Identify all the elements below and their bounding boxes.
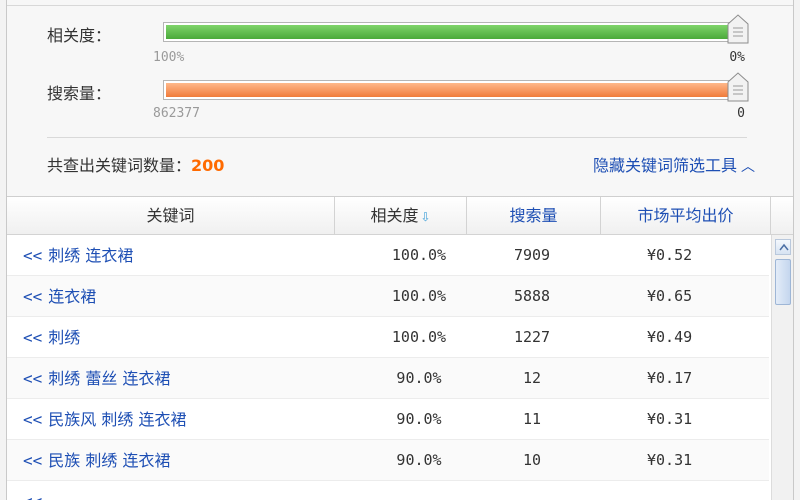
keyword-cell[interactable]: << 连衣裙 xyxy=(23,276,96,317)
volume-cell xyxy=(497,481,567,500)
table-row: << 连衣裙 100.0% 5888 ¥0.65 xyxy=(7,276,769,317)
keyword-text[interactable]: 刺绣 连衣裙 xyxy=(48,246,133,265)
relevance-cell xyxy=(383,481,455,500)
header-keyword: 关键词 xyxy=(7,197,335,235)
hide-filter-tools-label: 隐藏关键词筛选工具 xyxy=(592,156,737,175)
price-cell: ¥0.52 xyxy=(647,246,693,264)
keyword-text[interactable]: 民族风 刺绣 连衣裙 xyxy=(48,410,186,429)
header-keyword-label: 关键词 xyxy=(146,206,195,225)
table-row: << 刺绣 蕾丝 连衣裙 90.0% 12 ¥0.17 xyxy=(7,358,769,399)
keyword-cell[interactable]: << 刺绣 连衣裙 xyxy=(23,235,133,276)
table-row: << xyxy=(7,481,769,500)
relevance-cell: 100.0% xyxy=(391,246,447,264)
header-relevance-label: 相关度 xyxy=(370,206,419,225)
relevance-cell: 90.0% xyxy=(396,451,442,469)
keyword-text[interactable]: 连衣裙 xyxy=(48,287,96,306)
table-row: << 刺绣 连衣裙 100.0% 7909 ¥0.52 xyxy=(7,235,769,276)
add-keyword-icon[interactable]: << xyxy=(23,287,42,306)
price-cell: ¥0.17 xyxy=(647,369,693,387)
add-keyword-icon[interactable]: << xyxy=(23,410,42,429)
relevance-slider[interactable] xyxy=(163,22,741,42)
relevance-slider-handle[interactable] xyxy=(727,14,749,44)
keyword-text[interactable]: 刺绣 蕾丝 连衣裙 xyxy=(48,369,170,388)
keyword-text[interactable]: 民族 刺绣 连衣裙 xyxy=(48,451,170,470)
search-volume-slider-handle[interactable] xyxy=(727,72,749,102)
table-body: << 刺绣 连衣裙 100.0% 7909 ¥0.52 << 连衣裙 100.0% 5888 ¥0… xyxy=(7,235,769,500)
keyword-count: 共查出关键词数量：200 xyxy=(47,152,224,176)
keyword-count-value: 200 xyxy=(191,156,225,175)
table-row: << 刺绣 100.0% 1227 ¥0.49 xyxy=(7,317,769,358)
header-volume[interactable]: 搜索量 xyxy=(467,197,601,235)
search-volume-slider[interactable] xyxy=(163,80,741,100)
relevance-cell: 100.0% xyxy=(391,328,447,346)
volume-cell: 7909 xyxy=(513,246,551,264)
table-row: << 民族 刺绣 连衣裙 90.0% 10 ¥0.31 xyxy=(7,440,769,481)
table-row: << 民族风 刺绣 连衣裙 90.0% 11 ¥0.31 xyxy=(7,399,769,440)
header-price[interactable]: 市场平均出价 xyxy=(601,197,771,235)
top-divider xyxy=(7,0,793,6)
price-cell: ¥0.65 xyxy=(647,287,693,305)
keyword-text[interactable]: 刺绣 xyxy=(48,328,80,347)
add-keyword-icon[interactable]: << xyxy=(23,369,42,388)
keyword-cell[interactable]: << 刺绣 xyxy=(23,317,80,358)
arrow-up-icon xyxy=(779,243,789,251)
search-volume-min-label: 862377 xyxy=(153,106,200,121)
price-cell: ¥0.31 xyxy=(647,410,693,428)
search-volume-max-label: 0 xyxy=(737,106,745,121)
keyword-cell[interactable]: << 刺绣 蕾丝 连衣裙 xyxy=(23,358,170,399)
header-price-label: 市场平均出价 xyxy=(637,206,734,225)
keyword-tool-panel: 相关度： 100% 0% 搜索量： 862377 0 共查出关键词数量：200 … xyxy=(6,0,794,500)
price-cell: ¥0.49 xyxy=(647,328,693,346)
volume-cell: 11 xyxy=(522,410,542,428)
scroll-up-button[interactable] xyxy=(775,239,791,255)
relevance-min-label: 100% xyxy=(153,50,185,65)
relevance-label: 相关度： xyxy=(47,26,112,45)
volume-cell: 1227 xyxy=(513,328,551,346)
vertical-scrollbar[interactable] xyxy=(771,235,793,500)
keyword-cell[interactable]: << 民族 刺绣 连衣裙 xyxy=(23,440,170,481)
relevance-slider-fill xyxy=(166,25,738,39)
header-relevance[interactable]: 相关度 ⇩ xyxy=(335,197,467,235)
keyword-count-label: 共查出关键词数量： xyxy=(47,156,192,175)
hide-filter-tools-link[interactable]: 隐藏关键词筛选工具 ︿ xyxy=(593,152,755,176)
relevance-cell: 90.0% xyxy=(396,410,442,428)
search-volume-label: 搜索量： xyxy=(47,84,112,103)
keyword-cell[interactable]: << xyxy=(23,481,48,500)
scrollbar-thumb[interactable] xyxy=(775,259,791,305)
filter-divider xyxy=(47,137,747,138)
price-cell: ¥0.31 xyxy=(647,451,693,469)
add-keyword-icon[interactable]: << xyxy=(23,451,42,470)
relevance-max-label: 0% xyxy=(729,50,745,65)
chevron-up-icon: ︿ xyxy=(741,159,755,175)
price-cell xyxy=(647,481,727,500)
filter-section: 相关度： 100% 0% 搜索量： 862377 0 共查出关键词数量：200 … xyxy=(7,0,793,195)
add-keyword-icon[interactable]: << xyxy=(23,492,42,500)
add-keyword-icon[interactable]: << xyxy=(23,328,42,347)
table-header: 关键词 相关度 ⇩ 搜索量 市场平均出价 xyxy=(7,197,793,235)
volume-cell: 12 xyxy=(522,369,542,387)
relevance-cell: 90.0% xyxy=(396,369,442,387)
header-volume-label: 搜索量 xyxy=(509,206,558,225)
relevance-cell: 100.0% xyxy=(391,287,447,305)
keyword-cell[interactable]: << 民族风 刺绣 连衣裙 xyxy=(23,399,186,440)
volume-cell: 5888 xyxy=(513,287,551,305)
sort-down-icon: ⇩ xyxy=(420,210,431,224)
volume-cell: 10 xyxy=(522,451,542,469)
search-volume-slider-fill xyxy=(166,83,738,97)
keyword-table: 关键词 相关度 ⇩ 搜索量 市场平均出价 << 刺绣 连衣裙 100.0% 7909 ¥0… xyxy=(7,196,793,500)
add-keyword-icon[interactable]: << xyxy=(23,246,42,265)
